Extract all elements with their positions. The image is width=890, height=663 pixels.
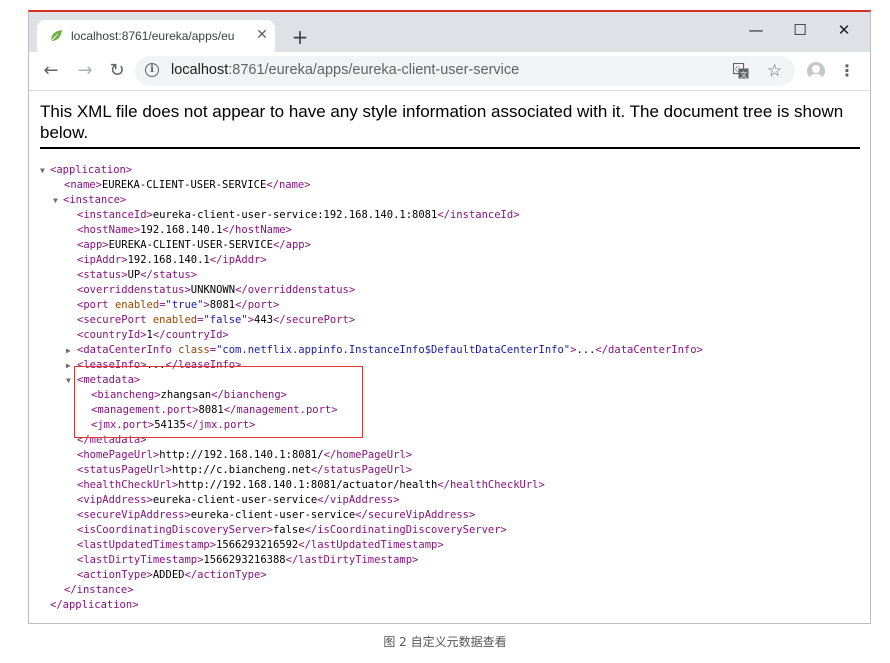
status-value: UP	[127, 269, 141, 281]
instanceId-value: eureka-client-user-service:192.168.140.1…	[152, 209, 438, 221]
expand-triangle-icon[interactable]: ▶	[66, 343, 71, 358]
forward-button[interactable]: →	[73, 59, 97, 83]
xml-line-port: <port enabled="true">8081</port>	[77, 299, 280, 311]
metadata-highlight-box	[74, 366, 363, 438]
tab-title: localhost:8761/eureka/apps/eu	[71, 29, 235, 43]
collapse-triangle-icon[interactable]: ▼	[66, 373, 71, 388]
name-value: EUREKA-CLIENT-USER-SERVICE	[101, 179, 267, 191]
star-icon[interactable]: ☆	[767, 60, 782, 82]
actionType-value: ADDED	[152, 569, 185, 581]
xml-line-isCoordinatingDiscoveryServer: <isCoordinatingDiscoveryServer>false</is…	[77, 524, 507, 536]
xml-line-status: <status>UP</status>	[77, 269, 198, 281]
secureVipAddress-value: eureka-client-user-service	[190, 509, 356, 521]
url-path: :8761/eureka/apps/eureka-client-user-ser…	[228, 62, 520, 78]
xml-line-application-close: </application>	[50, 599, 139, 611]
xml-line-name: <name>EUREKA-CLIENT-USER-SERVICE</name>	[64, 179, 311, 191]
lastDirtyTimestamp-value: 1566293216388	[203, 554, 286, 566]
xml-line-lastDirtyTimestamp: <lastDirtyTimestamp>1566293216388</lastD…	[77, 554, 419, 566]
expand-triangle-icon[interactable]: ▶	[66, 358, 71, 373]
statusPageUrl-value: http://c.biancheng.net	[171, 464, 311, 476]
dataCenterInfo-class-value: "com.netflix.appinfo.InstanceInfo$Defaul…	[216, 344, 571, 356]
root-tag: application	[56, 164, 126, 176]
info-icon[interactable]: i	[145, 63, 159, 77]
hostName-value: 192.168.140.1	[140, 224, 223, 236]
securePort-value: 443	[254, 314, 274, 326]
vipAddress-value: eureka-client-user-service	[152, 494, 318, 506]
maximize-button[interactable]: ☐	[785, 18, 815, 42]
dataCenterInfo-collapsed: ...	[576, 344, 596, 356]
browser-toolbar: ← → ↻ i localhost:8761/eureka/apps/eurek…	[29, 52, 870, 91]
xml-line-securePort: <securePort enabled="false">443</secureP…	[77, 314, 356, 326]
isCoordinatingDiscoveryServer-value: false	[272, 524, 305, 536]
xml-line-lastUpdatedTimestamp: <lastUpdatedTimestamp>1566293216592</las…	[77, 539, 444, 551]
url-host: localhost	[171, 62, 229, 78]
xml-line-homePageUrl: <homePageUrl>http://192.168.140.1:8081/<…	[77, 449, 413, 461]
xml-line-statusPageUrl: <statusPageUrl>http://c.biancheng.net</s…	[77, 464, 413, 476]
healthCheckUrl-value: http://192.168.140.1:8081/actuator/healt…	[178, 479, 438, 491]
xml-line-hostName: <hostName>192.168.140.1</hostName>	[77, 224, 292, 236]
collapse-triangle-icon[interactable]: ▼	[53, 193, 58, 208]
xml-line-actionType: <actionType>ADDED</actionType>	[77, 569, 267, 581]
securePort-enabled-value: "false"	[203, 314, 248, 326]
xml-line-instanceId: <instanceId>eureka-client-user-service:1…	[77, 209, 520, 221]
url-text[interactable]: localhost:8761/eureka/apps/eureka-client…	[171, 62, 519, 78]
app-value: EUREKA-CLIENT-USER-SERVICE	[108, 239, 273, 251]
profile-head-shape	[812, 65, 820, 73]
overriddenstatus-value: UNKNOWN	[190, 284, 236, 296]
leaf-favicon-icon	[50, 30, 62, 42]
svg-text:文: 文	[740, 70, 747, 79]
root-close-tag: application	[62, 599, 133, 611]
xml-line-dataCenterInfo[interactable]: ▶ <dataCenterInfo class="com.netflix.appi…	[66, 343, 703, 358]
notice-divider	[40, 147, 860, 149]
port-enabled-value: "true"	[165, 299, 204, 311]
figure-caption: 图 2 自定义元数据查看	[383, 635, 507, 649]
close-window-button[interactable]: ✕	[829, 18, 859, 42]
back-button[interactable]: ←	[39, 59, 63, 83]
tab-eureka-apps[interactable]: localhost:8761/eureka/apps/eu ✕	[37, 20, 275, 52]
minimize-button[interactable]: —	[741, 18, 771, 42]
xml-line-secureVipAddress: <secureVipAddress>eureka-client-user-ser…	[77, 509, 476, 521]
profile-shoulders-shape	[809, 74, 823, 80]
browser-window: localhost:8761/eureka/apps/eu ✕ + — ☐ ✕ …	[28, 10, 871, 624]
lastUpdatedTimestamp-value: 1566293216592	[216, 539, 299, 551]
xml-line-ipAddr: <ipAddr>192.168.140.1</ipAddr>	[77, 254, 267, 266]
homePageUrl-value: http://192.168.140.1:8081/	[159, 449, 324, 461]
port-value: 8081	[209, 299, 236, 311]
tab-close-icon[interactable]: ✕	[253, 26, 271, 44]
xml-line-instance-close: </instance>	[64, 584, 134, 596]
xml-line-healthCheckUrl: <healthCheckUrl>http://192.168.140.1:808…	[77, 479, 545, 491]
translate-icon[interactable]: G 文	[733, 63, 749, 79]
xml-line-application-open[interactable]: ▼ <application>	[40, 163, 132, 178]
profile-icon[interactable]	[807, 62, 825, 80]
address-bar[interactable]: i localhost:8761/eureka/apps/eureka-clie…	[135, 56, 795, 86]
reload-button[interactable]: ↻	[105, 59, 129, 83]
new-tab-button[interactable]: +	[289, 26, 311, 48]
ipAddr-value: 192.168.140.1	[127, 254, 210, 266]
xml-line-countryId: <countryId>1</countryId>	[77, 329, 229, 341]
xml-line-overriddenstatus: <overriddenstatus>UNKNOWN</overriddensta…	[77, 284, 356, 296]
xml-line-app: <app>EUREKA-CLIENT-USER-SERVICE</app>	[77, 239, 311, 251]
more-menu-icon[interactable]: ⋮	[839, 58, 855, 84]
xml-line-vipAddress: <vipAddress>eureka-client-user-service</…	[77, 494, 400, 506]
collapse-triangle-icon[interactable]: ▼	[40, 163, 45, 178]
xml-style-notice: This XML file does not appear to have an…	[40, 102, 844, 142]
tab-strip: localhost:8761/eureka/apps/eu ✕ + — ☐ ✕	[29, 12, 870, 52]
xml-line-instance-open[interactable]: ▼ <instance>	[53, 193, 126, 208]
